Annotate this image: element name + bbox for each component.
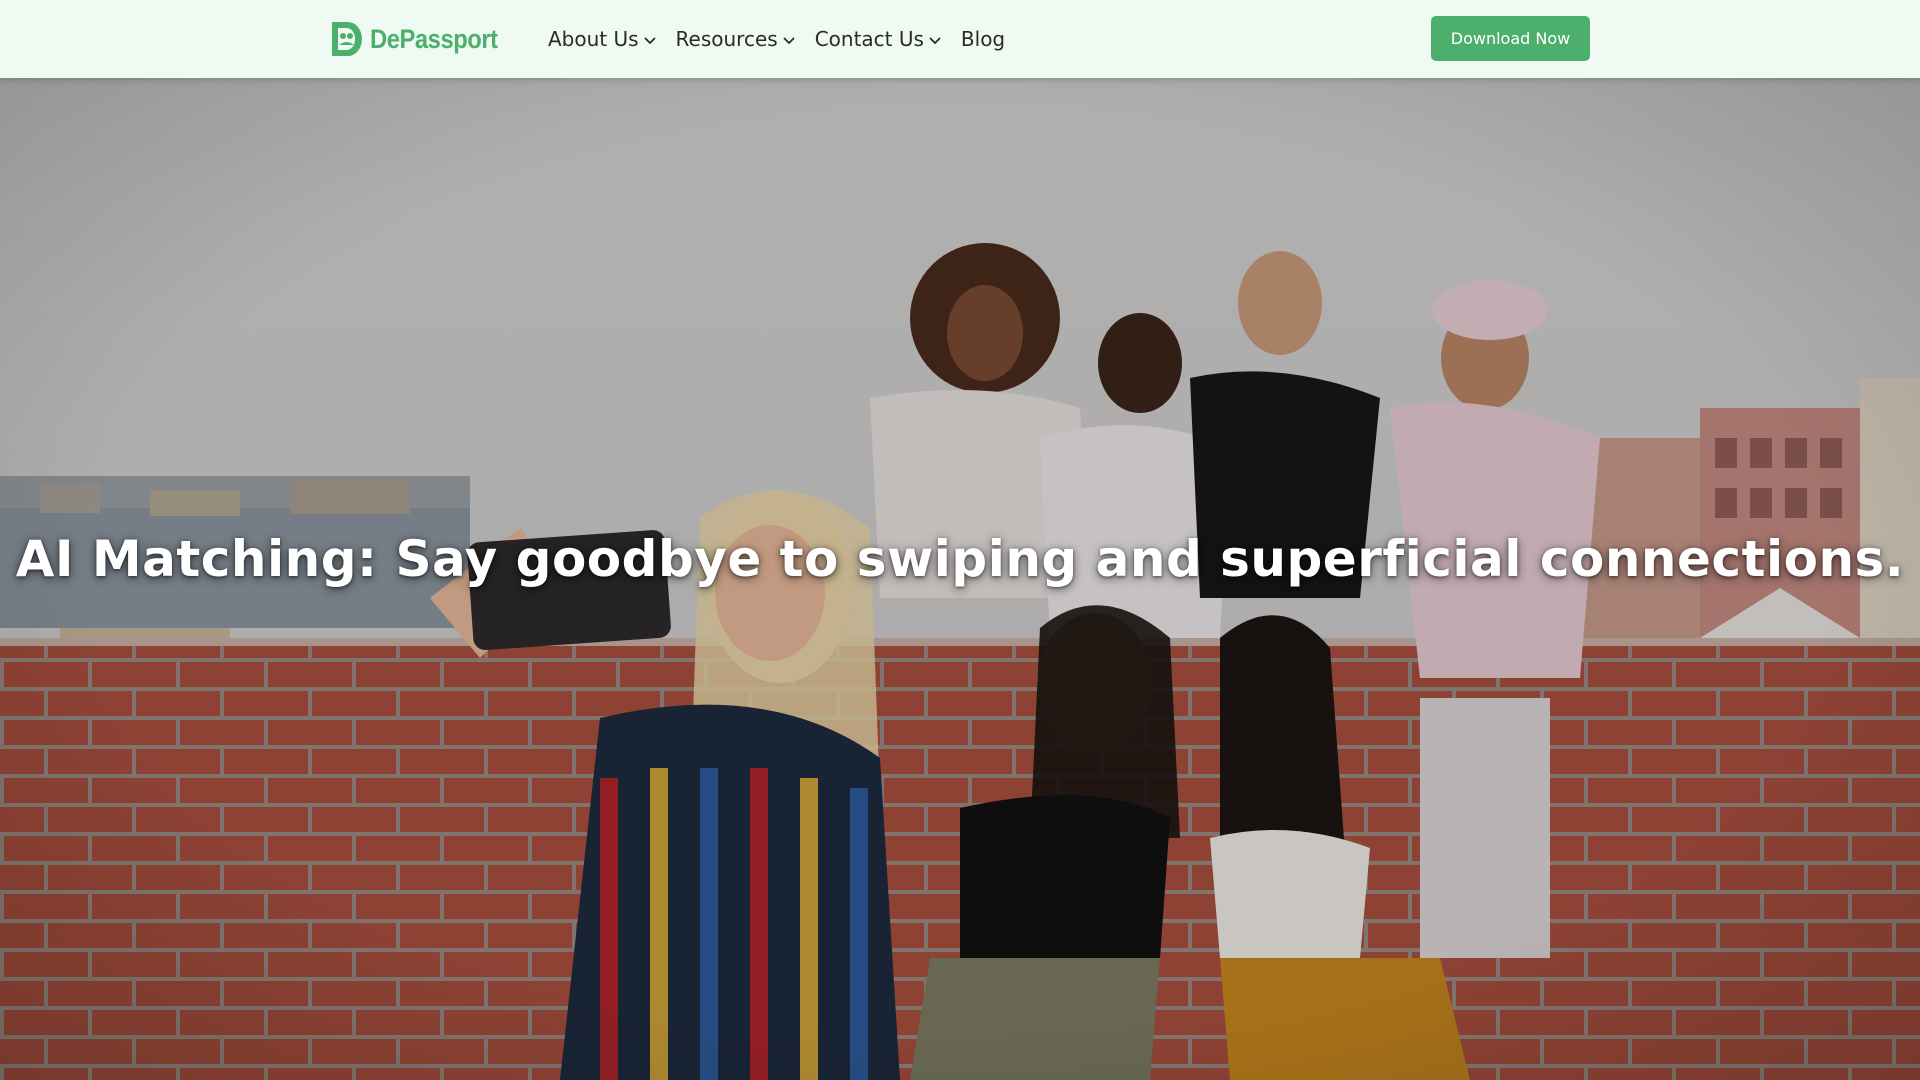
depassport-logo-icon: [332, 22, 362, 56]
nav-about-us-label: About Us: [548, 27, 639, 51]
main-nav: About Us Resources Contact Us Blog: [548, 22, 1025, 56]
chevron-down-icon: [783, 37, 795, 44]
site-header: DePassport About Us Resources Contact Us: [0, 0, 1920, 78]
logo-link[interactable]: DePassport: [330, 20, 515, 58]
nav-contact-us-label: Contact Us: [814, 27, 924, 51]
chevron-down-icon: [929, 37, 941, 44]
nav-blog-label: Blog: [960, 27, 1006, 51]
download-now-button[interactable]: Download Now: [1431, 16, 1590, 61]
nav-about-us[interactable]: About Us: [548, 27, 656, 51]
logo-text: DePassport: [370, 23, 498, 54]
nav-resources-label: Resources: [675, 27, 778, 51]
nav-blog[interactable]: Blog: [961, 27, 1005, 51]
nav-contact-us[interactable]: Contact Us: [815, 27, 941, 51]
page: DePassport About Us Resources Contact Us: [0, 0, 1920, 1080]
hero-title: AI Matching: Say goodbye to swiping and …: [15, 530, 1905, 588]
chevron-down-icon: [644, 37, 655, 44]
nav-resources[interactable]: Resources: [676, 27, 795, 51]
hero-section: AI Matching: Say goodbye to swiping and …: [0, 78, 1920, 1080]
